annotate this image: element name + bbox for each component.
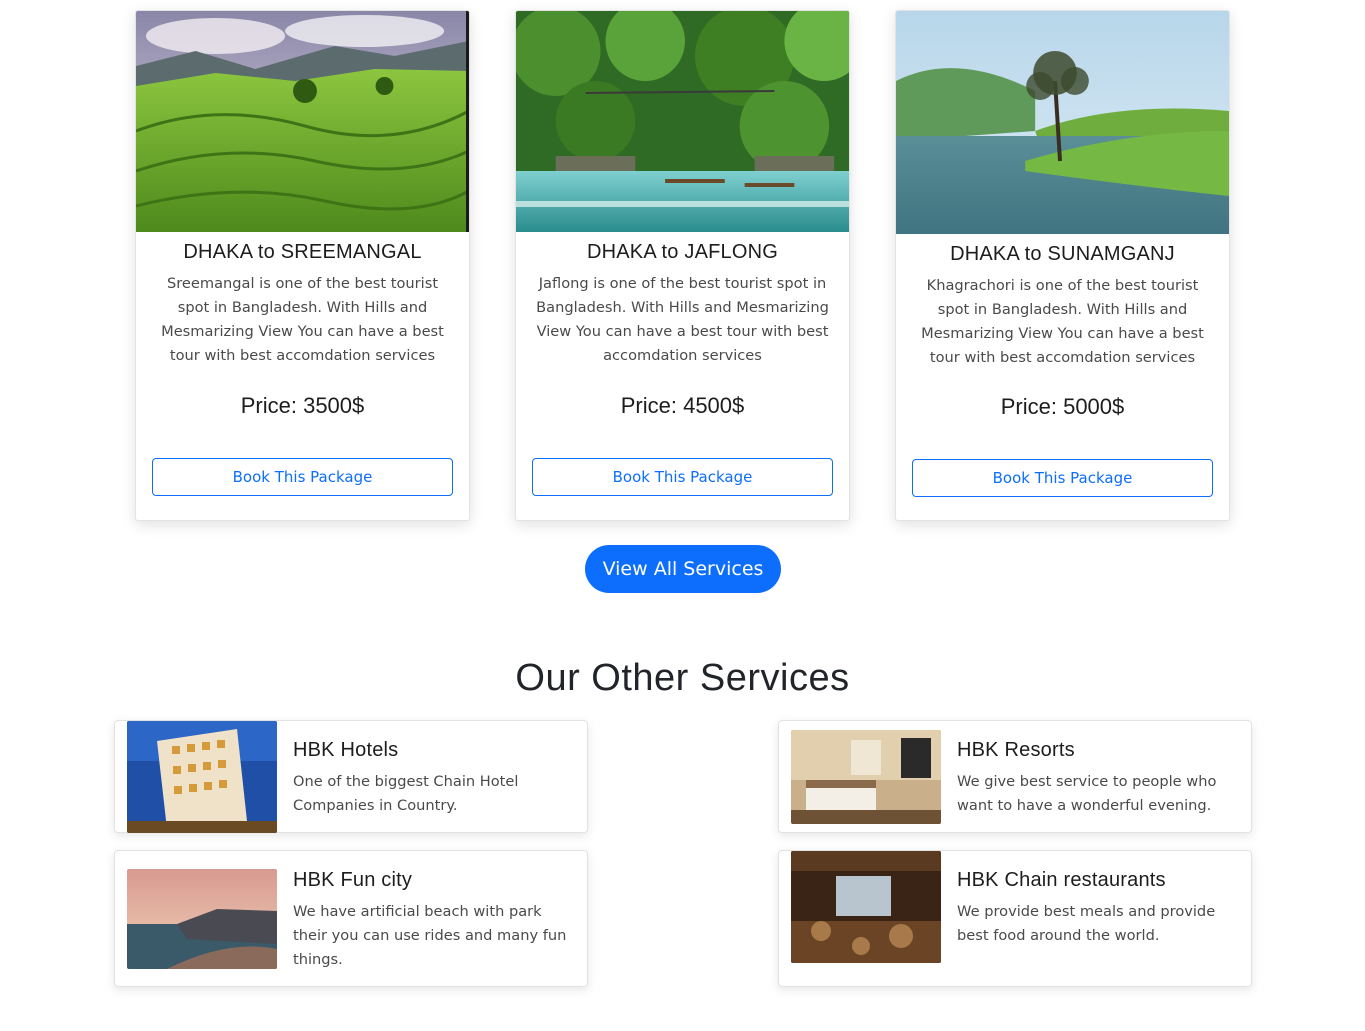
service-card-hotels: HBK Hotels One of the biggest Chain Hote…: [114, 720, 588, 833]
other-services-title: Our Other Services: [515, 657, 850, 699]
package-description: Jaflong is one of the best tourist spot …: [536, 275, 829, 364]
restaurant-interior-image: [791, 851, 941, 963]
river-forest-image: [516, 11, 849, 232]
book-package-button[interactable]: Book This Package: [912, 459, 1213, 497]
package-card-jaflong: DHAKA to JAFLONG Jaflong is one of the b…: [515, 10, 850, 521]
service-card-restaurants: HBK Chain restaurants We provide best me…: [778, 850, 1252, 987]
package-card-sunamganj: DHAKA to SUNAMGANJ Khagrachori is one of…: [895, 10, 1230, 521]
package-title: DHAKA to SREEMANGAL: [183, 241, 422, 263]
book-package-button[interactable]: Book This Package: [152, 458, 453, 496]
package-price: Price: 4500$: [620, 393, 745, 418]
service-description: We give best service to people who want …: [957, 773, 1217, 814]
service-title: HBK Chain restaurants: [957, 869, 1166, 891]
package-description: Sreemangal is one of the best tourist sp…: [161, 275, 444, 364]
service-card-resorts: HBK Resorts We give best service to peop…: [778, 720, 1252, 833]
package-title: DHAKA to SUNAMGANJ: [950, 243, 1175, 265]
package-price: Price: 5000$: [1000, 394, 1125, 419]
package-description: Khagrachori is one of the best tourist s…: [921, 277, 1204, 366]
package-price: Price: 3500$: [240, 393, 365, 418]
service-description: One of the biggest Chain Hotel Companies…: [293, 773, 519, 814]
hotel-building-image: [127, 721, 277, 833]
service-description: We have artificial beach with park their…: [293, 903, 567, 968]
service-title: HBK Hotels: [293, 739, 399, 761]
tea-garden-image: [136, 11, 469, 232]
service-card-fun-city: HBK Fun city We have artificial beach wi…: [114, 850, 588, 987]
service-title: HBK Resorts: [957, 739, 1075, 761]
package-title: DHAKA to JAFLONG: [586, 241, 779, 263]
view-all-services-button[interactable]: View All Services: [585, 545, 781, 593]
beach-resort-image: [127, 869, 277, 969]
package-card-sreemangal: DHAKA to SREEMANGAL Sreemangal is one of…: [135, 10, 470, 521]
resort-room-image: [791, 730, 941, 824]
package-cards-row: DHAKA to SREEMANGAL Sreemangal is one of…: [135, 10, 1231, 521]
service-description: We provide best meals and provide best f…: [957, 903, 1216, 944]
service-title: HBK Fun city: [293, 869, 413, 891]
book-package-button[interactable]: Book This Package: [532, 458, 833, 496]
lake-tree-image: [896, 11, 1229, 234]
